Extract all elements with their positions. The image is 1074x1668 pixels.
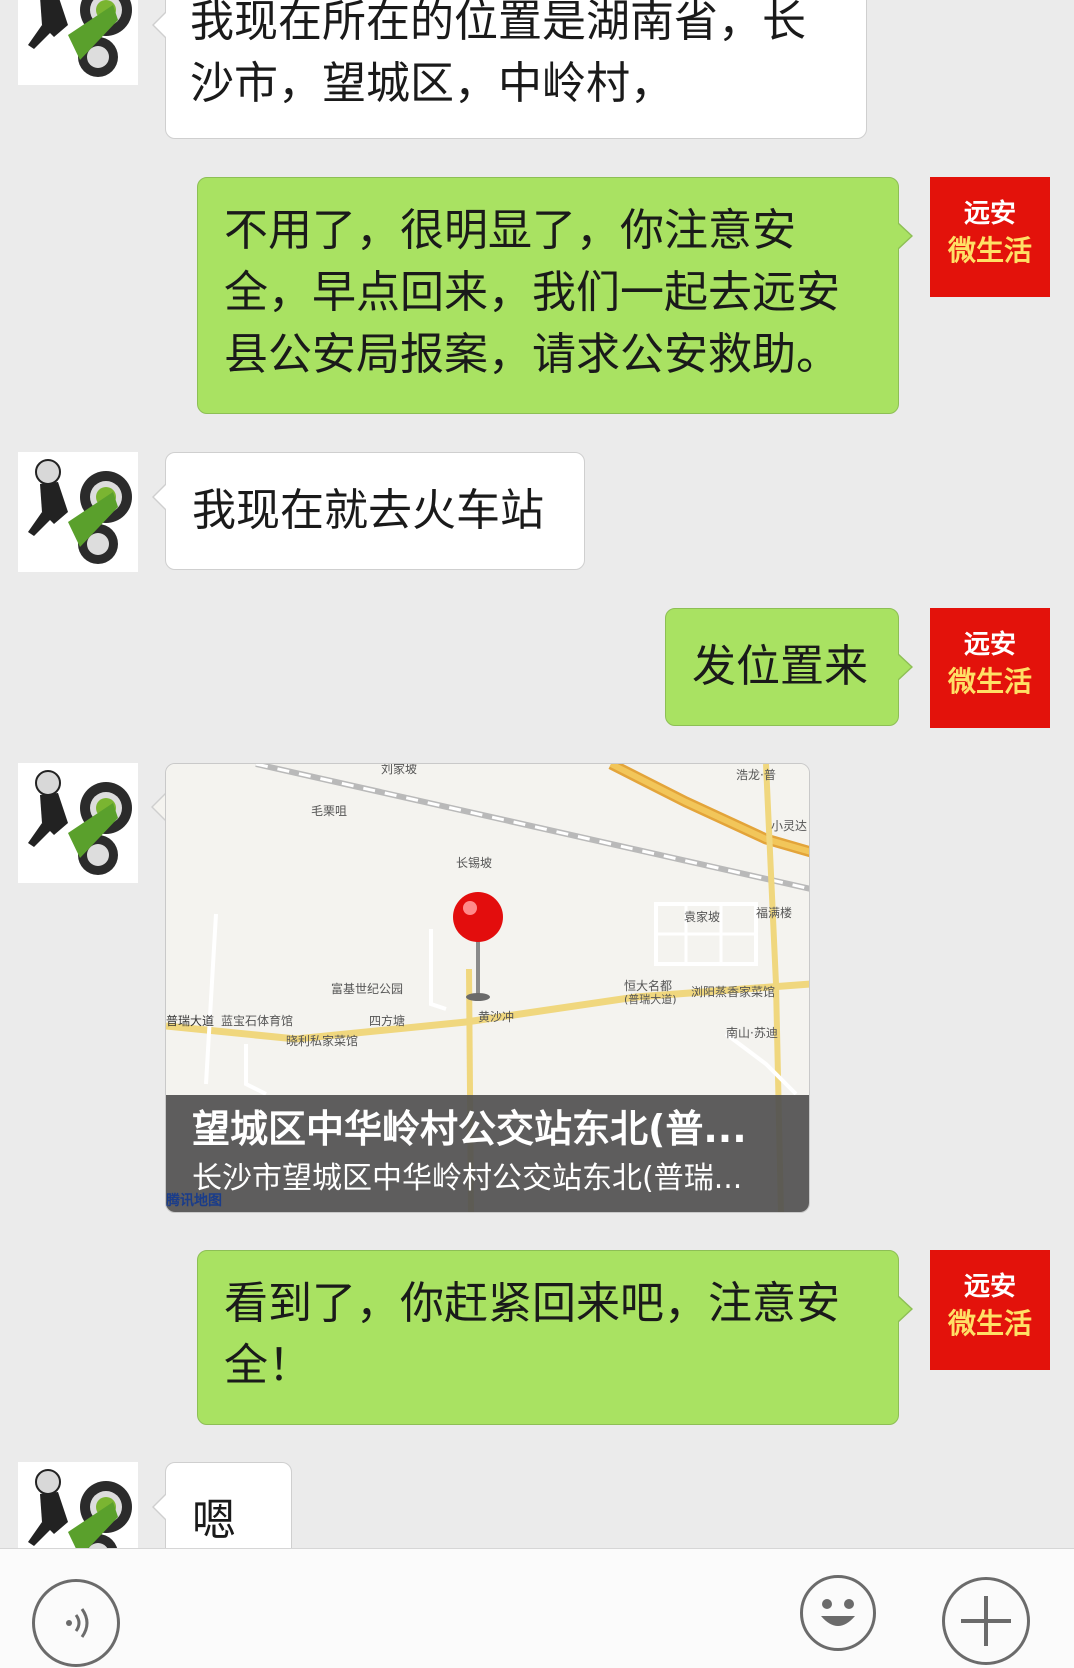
brand-avatar-line2: 微生活 — [947, 1307, 1032, 1340]
message-text-line: 全，早点回来，我们一起去远安 — [224, 267, 840, 318]
brand-avatar-line1: 远安 — [963, 199, 1016, 229]
map-label: 恒大名都 — [624, 979, 673, 993]
more-actions-button[interactable] — [942, 1577, 1030, 1665]
message-text-line: 嗯 — [192, 1495, 236, 1546]
map-label: 浏阳蒸香家菜馆 — [691, 985, 776, 999]
message-bubble-outgoing[interactable]: 发位置来 — [665, 608, 913, 726]
message-text-line: 沙市，望城区，中岭村， — [190, 58, 674, 109]
map-brand-logo: 腾讯地图 — [166, 1193, 222, 1209]
map-label: 刘家坡 — [381, 763, 418, 776]
message-text-line: 我现在所在的位置是湖南省，长 — [190, 0, 806, 47]
contact-avatar[interactable] — [18, 763, 138, 883]
map-label: 小灵达 — [771, 819, 808, 833]
map-label: 南山·苏迪 — [726, 1026, 778, 1040]
map-label: 毛栗咀 — [311, 804, 348, 818]
location-message[interactable]: 刘家坡 浩龙·普 小灵达 毛栗咀 长锡坡 袁家坡 福满楼 富基世纪公园 恒大名都… — [165, 763, 810, 1213]
map-label: 晓利私家菜馆 — [286, 1034, 359, 1048]
voice-input-button[interactable] — [32, 1579, 120, 1667]
map-label: 蓝宝石体育馆 — [221, 1014, 294, 1028]
map-label: 普瑞大道 — [166, 1014, 215, 1028]
location-title: 望城区中华岭村公交站东北(普... — [192, 1107, 747, 1151]
message-text-line: 全！ — [224, 1340, 312, 1391]
smiley-icon — [821, 1599, 855, 1626]
input-toolbar — [0, 1548, 1074, 1668]
message-bubble-incoming[interactable]: 我现在所在的位置是湖南省，长 沙市，望城区，中岭村， — [152, 0, 867, 139]
message-bubble-outgoing[interactable]: 不用了，很明显了，你注意安 全，早点回来，我们一起去远安 县公安局报案，请求公安… — [197, 177, 913, 414]
brand-avatar-line2: 微生活 — [947, 234, 1032, 267]
voice-wave-icon — [66, 1608, 89, 1638]
contact-avatar[interactable] — [18, 1462, 138, 1548]
map-label: (普瑞大道) — [624, 993, 677, 1006]
message-text-line: 看到了，你赶紧回来吧，注意安 — [224, 1278, 840, 1329]
contact-avatar[interactable] — [18, 0, 138, 85]
my-avatar[interactable]: 远安 微生活 — [930, 1250, 1050, 1370]
message-text-line: 不用了，很明显了，你注意安 — [224, 205, 796, 256]
map-label: 四方塘 — [369, 1014, 406, 1028]
plus-icon — [961, 1596, 1011, 1646]
brand-avatar-line2: 微生活 — [947, 665, 1032, 698]
map-label: 富基世纪公园 — [331, 982, 404, 996]
map-label: 黄沙冲 — [478, 1010, 515, 1024]
location-caption: 望城区中华岭村公交站东北(普... 长沙市望城区中华岭村公交站东北(普瑞... … — [166, 1095, 809, 1212]
message-text-line: 发位置来 — [692, 641, 868, 692]
message-bubble-incoming[interactable]: 我现在就去火车站 — [152, 452, 585, 570]
emoji-button[interactable] — [800, 1575, 876, 1651]
my-avatar[interactable]: 远安 微生活 — [930, 608, 1050, 728]
message-bubble-outgoing[interactable]: 看到了，你赶紧回来吧，注意安 全！ — [197, 1250, 913, 1425]
contact-avatar[interactable] — [18, 452, 138, 572]
chat-scroll-area[interactable]: 我现在所在的位置是湖南省，长 沙市，望城区，中岭村， 不用了，很明显了，你注意安… — [0, 0, 1074, 1548]
brand-avatar-line1: 远安 — [963, 1272, 1016, 1302]
map-label: 长锡坡 — [456, 856, 493, 870]
location-pin-icon — [453, 892, 503, 942]
message-bubble-incoming[interactable]: 嗯 — [152, 1462, 292, 1548]
my-avatar[interactable]: 远安 微生活 — [930, 177, 1050, 297]
location-address: 长沙市望城区中华岭村公交站东北(普瑞... — [192, 1161, 743, 1196]
message-text-line: 县公安局报案，请求公安救助。 — [224, 329, 840, 380]
map-label: 福满楼 — [756, 906, 793, 920]
map-label: 浩龙·普 — [736, 768, 776, 782]
map-label: 袁家坡 — [684, 910, 721, 924]
message-text-line: 我现在就去火车站 — [192, 485, 544, 536]
brand-avatar-line1: 远安 — [963, 630, 1016, 660]
